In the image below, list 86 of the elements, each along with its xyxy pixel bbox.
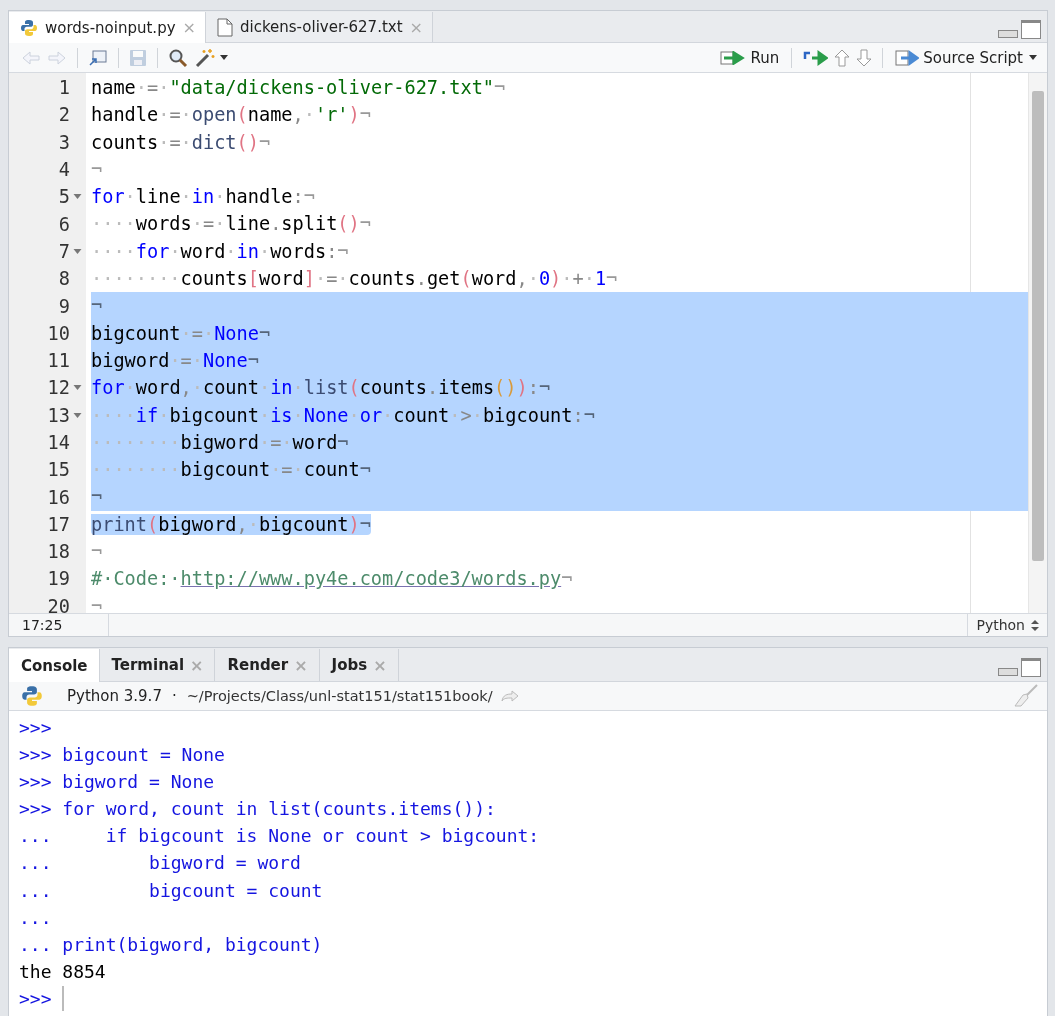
- console-line: ...: [19, 905, 52, 930]
- code-line: ¬: [91, 595, 103, 613]
- line-number: 17: [47, 512, 70, 537]
- separator-dot: ·: [171, 687, 177, 705]
- console-tab[interactable]: Console: [9, 649, 100, 682]
- scrollbar[interactable]: [1028, 73, 1047, 613]
- magic-wand-icon[interactable]: [194, 46, 216, 69]
- working-directory: ~/Projects/Class/unl-stat151/stat151book/: [186, 688, 493, 704]
- line-number: 2: [58, 103, 70, 128]
- console-line: ... bigword = word: [19, 851, 301, 876]
- up-arrow-icon[interactable]: [834, 48, 851, 67]
- maximize-icon[interactable]: [1021, 658, 1041, 677]
- console-tab[interactable]: Terminal ×: [99, 649, 216, 681]
- run-arrow-icon: [720, 50, 747, 65]
- fold-caret-icon[interactable]: [73, 248, 82, 254]
- run-button[interactable]: Run: [718, 48, 782, 67]
- console-line: ... print(bigword, bigcount): [19, 932, 323, 957]
- line-number: 5: [58, 185, 70, 210]
- fold-caret-icon[interactable]: [73, 412, 82, 418]
- console-tab[interactable]: Jobs ×: [319, 649, 399, 681]
- search-icon[interactable]: [168, 47, 188, 68]
- code-line: for·line·in·handle:¬: [91, 186, 315, 208]
- line-number: 18: [47, 540, 70, 565]
- minimize-icon[interactable]: [998, 668, 1018, 676]
- code-line: name·=·"data/dickens-oliver-627.txt"¬: [91, 77, 506, 98]
- code-line: ····for·word·in·words:¬: [91, 240, 349, 262]
- code-line: ¬: [91, 486, 103, 508]
- source-arrow-icon: [895, 49, 920, 66]
- line-number: 15: [47, 458, 70, 483]
- python-logo-icon: [21, 685, 43, 707]
- code-line: bigcount·=·None¬: [91, 322, 271, 344]
- new-window-icon[interactable]: [88, 48, 108, 67]
- code-line: ········bigword·=·word¬: [91, 431, 349, 453]
- python-file-icon: [20, 18, 38, 37]
- code-line: bigword·=·None¬: [91, 349, 259, 371]
- console-tab[interactable]: Render ×: [215, 649, 320, 681]
- code-line: for·word,·count·in·list(counts.items()):¬: [91, 377, 551, 399]
- line-number: 1: [58, 76, 70, 101]
- code-line: ¬: [91, 158, 103, 180]
- console-line: >>> bigword = None: [19, 770, 215, 795]
- rerun-icon[interactable]: [802, 49, 829, 66]
- code-link[interactable]: http://www.py4e.com/code3/words.py: [180, 568, 562, 590]
- code-line: ········counts[word]·=·counts.get(word,·0)·+·1¬: [91, 268, 618, 290]
- down-arrow-icon[interactable]: [856, 48, 873, 67]
- code-line: counts·=·dict()¬: [91, 131, 271, 153]
- code-line: ········bigcount·=·count¬: [91, 459, 371, 481]
- line-number: 9: [58, 294, 70, 319]
- code-line: ····if·bigcount·is·None·or·count·>·bigcount:¬: [91, 404, 595, 426]
- console-line: >>>: [19, 986, 52, 1011]
- console-line: >>> for word, count in list(counts.items()):: [19, 797, 496, 822]
- code-text: ¬: [561, 568, 573, 590]
- maximize-icon[interactable]: [1021, 20, 1041, 39]
- line-number: 10: [47, 321, 70, 346]
- console-line: >>> bigcount = None: [19, 743, 225, 768]
- line-number: 14: [47, 431, 70, 455]
- line-number: 13: [47, 403, 70, 428]
- console-line: ... if bigcount is None or count > bigcount:: [19, 824, 540, 849]
- caret-icon[interactable]: [1029, 55, 1037, 60]
- line-number: 11: [47, 349, 70, 374]
- code-text: #·Code:·: [91, 568, 181, 590]
- line-number: 7: [58, 239, 70, 264]
- interpreter-version: Python 3.9.7: [67, 687, 162, 705]
- document-icon: [216, 17, 233, 37]
- code-line: ¬: [91, 541, 103, 563]
- code-line: ····words·=·line.split()¬: [91, 213, 371, 235]
- code-line: handle·=·open(name,·'r')¬: [91, 104, 371, 126]
- up-down-caret-icon: [1031, 619, 1039, 631]
- line-number: 12: [47, 376, 70, 401]
- line-number: 8: [58, 267, 70, 292]
- line-number: 16: [47, 485, 70, 510]
- line-number: 19: [47, 567, 70, 592]
- fold-caret-icon[interactable]: [73, 194, 82, 200]
- console-line: ... bigcount = count: [19, 878, 323, 903]
- file-tab[interactable]: words-noinput.py ×: [9, 12, 206, 43]
- fold-caret-icon[interactable]: [73, 385, 82, 391]
- console-line: the 8854: [19, 959, 106, 984]
- source-script-button[interactable]: Source Script: [893, 48, 1025, 67]
- cursor-position: 17:25: [9, 614, 109, 636]
- line-number: 6: [58, 212, 70, 237]
- line-number: 3: [58, 130, 70, 155]
- minimize-icon[interactable]: [998, 30, 1018, 38]
- line-number: 4: [58, 158, 70, 183]
- code-line: ¬: [91, 295, 103, 317]
- caret-icon[interactable]: [220, 55, 228, 60]
- console-line: >>>: [19, 716, 52, 740]
- language-selector[interactable]: Python: [967, 614, 1047, 636]
